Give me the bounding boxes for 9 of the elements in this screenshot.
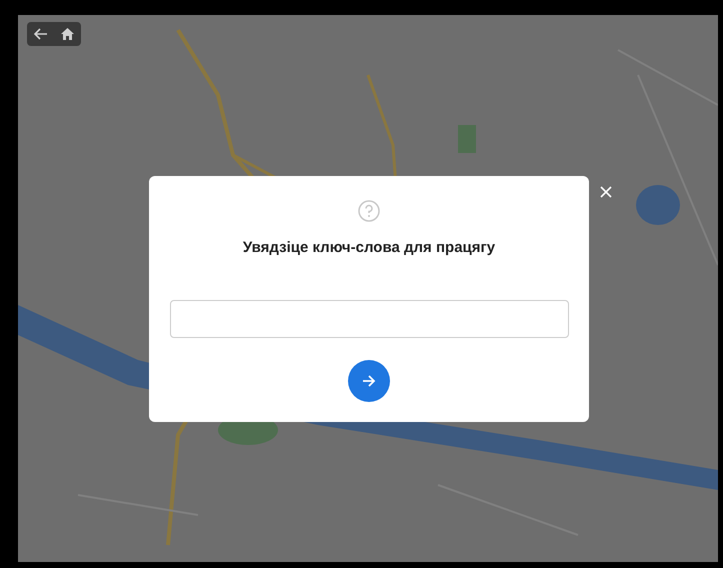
dialog-title: Увядзіце ключ-слова для працягу bbox=[242, 238, 496, 258]
close-button[interactable] bbox=[598, 184, 614, 200]
back-arrow-icon bbox=[34, 28, 48, 40]
keyword-input-field[interactable] bbox=[170, 300, 568, 338]
close-icon bbox=[600, 186, 612, 198]
question-icon bbox=[358, 200, 380, 222]
home-icon bbox=[61, 28, 74, 40]
arrow-right-icon bbox=[362, 374, 376, 388]
submit-button[interactable] bbox=[348, 360, 390, 402]
